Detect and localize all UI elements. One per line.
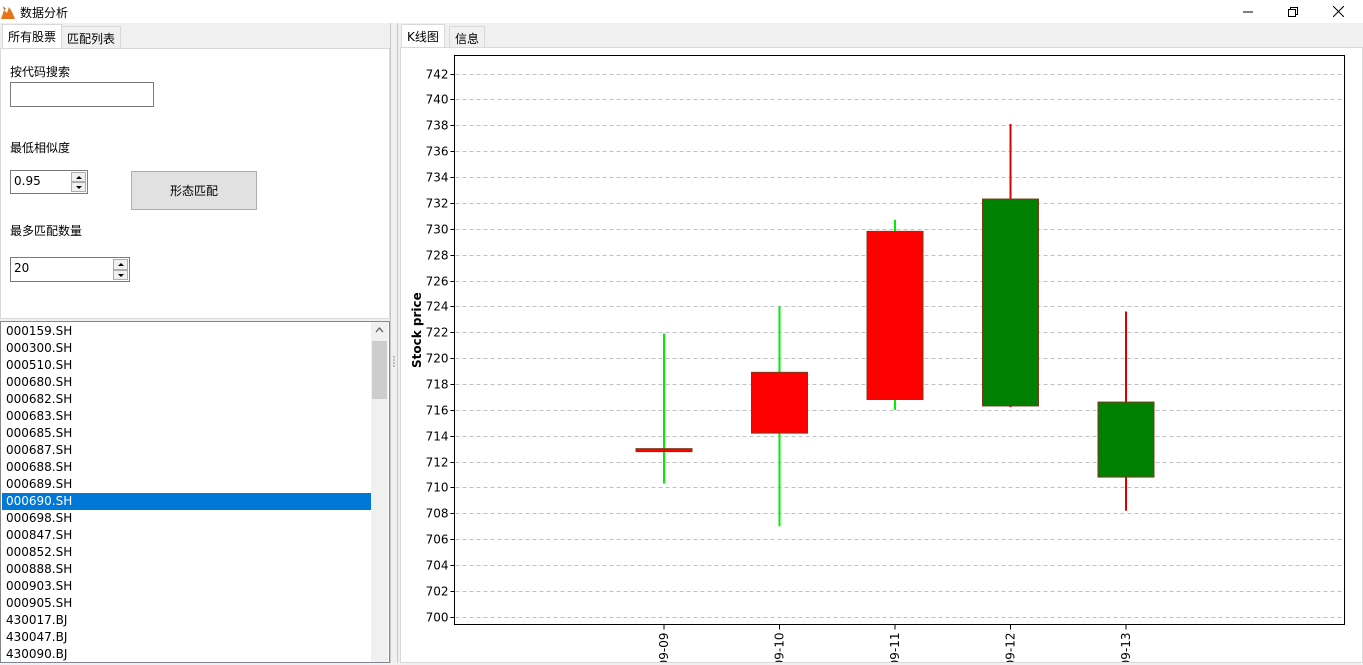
candle-body bbox=[635, 448, 693, 453]
stock-list-item[interactable]: 000510.SH bbox=[2, 357, 371, 374]
stock-list-item[interactable]: 000683.SH bbox=[2, 408, 371, 425]
y-tick-label: 732 bbox=[426, 197, 449, 211]
similarity-value: 0.95 bbox=[14, 174, 41, 188]
tab-info[interactable]: 信息 bbox=[449, 26, 486, 48]
stock-list-item[interactable]: 000159.SH bbox=[2, 323, 371, 340]
y-tick-label: 724 bbox=[426, 300, 449, 314]
similarity-spinbox[interactable]: 0.95 bbox=[10, 170, 88, 194]
stock-list-item[interactable]: 000690.SH bbox=[2, 493, 371, 510]
search-label: 按代码搜索 bbox=[10, 65, 71, 79]
y-tick-label: 740 bbox=[426, 93, 449, 107]
max-matches-label: 最多匹配数量 bbox=[10, 224, 83, 238]
fox-app-icon bbox=[1, 6, 15, 19]
stock-list-item[interactable]: 000680.SH bbox=[2, 374, 371, 391]
scroll-up-icon[interactable] bbox=[371, 322, 388, 339]
similarity-decrement-button[interactable] bbox=[71, 182, 86, 192]
stock-list-item[interactable]: 000300.SH bbox=[2, 340, 371, 357]
title-bar: 数据分析 bbox=[0, 0, 1363, 23]
tab-all-stocks[interactable]: 所有股票 bbox=[2, 24, 63, 49]
stock-list-item[interactable]: 000688.SH bbox=[2, 459, 371, 476]
minimize-button[interactable] bbox=[1225, 0, 1271, 23]
pattern-match-button[interactable]: 形态匹配 bbox=[131, 171, 257, 210]
similarity-increment-button[interactable] bbox=[71, 172, 86, 182]
y-tick-label: 720 bbox=[426, 352, 449, 366]
right-panel: K线图 信息 700 702 704 706 708 710 712 714 716 718 720… bbox=[398, 23, 1363, 665]
stock-list-item[interactable]: 000903.SH bbox=[2, 578, 371, 595]
y-tick-label: 726 bbox=[426, 275, 449, 289]
y-tick-label: 712 bbox=[426, 456, 449, 470]
stock-list-item[interactable]: 000905.SH bbox=[2, 595, 371, 612]
left-panel: 所有股票 匹配列表 按代码搜索 最低相似度 0.95 形态匹配 最多匹配数量 2… bbox=[0, 23, 393, 663]
y-tick-label: 706 bbox=[426, 533, 449, 547]
search-input[interactable] bbox=[10, 82, 154, 107]
y-tick-label: 718 bbox=[426, 378, 449, 392]
stock-list-scrollbar[interactable] bbox=[371, 322, 388, 662]
max-matches-spin-buttons bbox=[113, 259, 128, 280]
x-axis-ticks: 09-09 09-10 09-11 09-12 09-13 bbox=[657, 624, 1133, 665]
y-tick-label: 714 bbox=[426, 430, 449, 444]
y-tick-label: 734 bbox=[426, 171, 449, 185]
y-tick-label: 738 bbox=[426, 119, 449, 133]
stock-list-item[interactable]: 430090.BJ bbox=[2, 646, 371, 662]
window-title: 数据分析 bbox=[20, 6, 69, 20]
similarity-spin-buttons bbox=[71, 172, 86, 192]
close-button[interactable] bbox=[1315, 0, 1361, 23]
max-matches-decrement-button[interactable] bbox=[113, 269, 128, 280]
y-axis-label: Stock price bbox=[410, 292, 424, 368]
similarity-label: 最低相似度 bbox=[10, 141, 71, 155]
tab-label: 所有股票 bbox=[8, 30, 57, 44]
candle-body bbox=[866, 230, 924, 400]
stock-list-item[interactable]: 430047.BJ bbox=[2, 629, 371, 646]
candle-body bbox=[1097, 401, 1155, 478]
x-tick-label: 09-11 bbox=[888, 633, 902, 663]
x-tick-label: 09-10 bbox=[773, 633, 787, 663]
y-tick-label: 716 bbox=[426, 404, 449, 418]
candle-body bbox=[982, 198, 1039, 407]
tab-kline[interactable]: K线图 bbox=[401, 24, 445, 48]
panel-splitter[interactable] bbox=[390, 23, 398, 663]
y-axis-ticks: 700 702 704 706 708 710 712 714 716 718 720 722 724 7… bbox=[426, 68, 455, 625]
stock-list-item[interactable]: 000698.SH bbox=[2, 510, 371, 527]
stock-list-item[interactable]: 000685.SH bbox=[2, 425, 371, 442]
stock-list-item[interactable]: 000888.SH bbox=[2, 561, 371, 578]
stock-list-item[interactable]: 000682.SH bbox=[2, 391, 371, 408]
close-icon bbox=[1332, 6, 1344, 17]
x-tick-label: 09-13 bbox=[1119, 633, 1133, 663]
y-tick-label: 736 bbox=[426, 145, 449, 159]
candle-body bbox=[751, 371, 808, 434]
max-matches-value: 20 bbox=[14, 261, 30, 275]
candlestick-chart: 700 702 704 706 708 710 712 714 716 718 720 722 724 7… bbox=[410, 55, 1345, 665]
stock-list-item[interactable]: 000852.SH bbox=[2, 544, 371, 561]
tab-label: 信息 bbox=[455, 32, 480, 46]
stock-list[interactable]: 000159.SH 000300.SH 000510.SH 000680.SH 0006… bbox=[0, 321, 390, 663]
y-tick-label: 710 bbox=[426, 481, 449, 495]
pattern-match-label: 形态匹配 bbox=[169, 184, 218, 198]
stock-list-item[interactable]: 000847.SH bbox=[2, 527, 371, 544]
x-tick-label: 09-12 bbox=[1004, 633, 1018, 663]
x-tick-label: 09-09 bbox=[657, 633, 671, 663]
max-matches-spinbox[interactable]: 20 bbox=[10, 257, 130, 282]
tab-match-list[interactable]: 匹配列表 bbox=[61, 26, 122, 49]
y-tick-label: 708 bbox=[426, 507, 449, 521]
y-tick-label: 728 bbox=[426, 249, 449, 263]
stock-list-item[interactable]: 430017.BJ bbox=[2, 612, 371, 629]
y-tick-label: 742 bbox=[426, 68, 449, 82]
restore-icon bbox=[1288, 6, 1298, 17]
y-tick-label: 730 bbox=[426, 223, 449, 237]
scroll-thumb[interactable] bbox=[372, 341, 387, 399]
y-tick-label: 702 bbox=[426, 585, 449, 599]
search-options-page: 按代码搜索 最低相似度 0.95 形态匹配 最多匹配数量 20 bbox=[0, 48, 390, 319]
stock-list-item[interactable]: 000687.SH bbox=[2, 442, 371, 459]
y-tick-label: 722 bbox=[426, 326, 449, 340]
minimize-icon bbox=[1243, 11, 1253, 12]
tab-label: 匹配列表 bbox=[67, 32, 116, 46]
y-tick-label: 700 bbox=[426, 611, 449, 625]
stock-list-item[interactable]: 000689.SH bbox=[2, 476, 371, 493]
y-tick-label: 704 bbox=[426, 559, 449, 573]
tab-label: K线图 bbox=[407, 30, 439, 44]
grip-icon bbox=[393, 356, 395, 367]
maximize-button[interactable] bbox=[1270, 0, 1316, 23]
kline-chart-page: 700 702 704 706 708 710 712 714 716 718 720 722 724 7… bbox=[400, 47, 1363, 665]
max-matches-increment-button[interactable] bbox=[113, 259, 128, 270]
